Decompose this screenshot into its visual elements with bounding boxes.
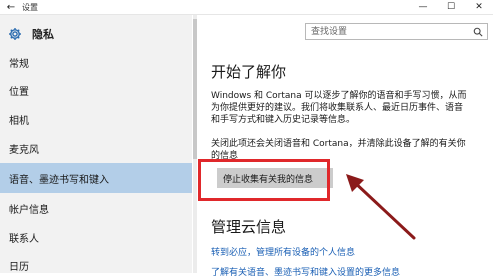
- annotation-arrow-icon: [346, 174, 416, 240]
- sidebar-item-speech-inking-typing[interactable]: 语音、墨迹书写和键入: [0, 163, 192, 193]
- sidebar: 隐私 常规 位置 相机 麦克风 语音、墨迹书写和键入 帐户信息 联系人 日历: [0, 15, 192, 273]
- description-line: Windows 和 Cortana 可以逐步了解你的语音和手写习惯，从而: [211, 91, 467, 101]
- description-line: 和手写方式和键入历史记录等信息。: [211, 115, 356, 125]
- sidebar-scrollbar[interactable]: [193, 15, 197, 273]
- sidebar-item-camera[interactable]: 相机: [0, 106, 192, 132]
- scroll-thumb[interactable]: [193, 19, 197, 159]
- link-learn-more[interactable]: 了解有关语音、墨迹书写和键入设置的更多信息: [211, 265, 400, 278]
- section-title-get-to-know-you: 开始了解你: [211, 63, 287, 81]
- sidebar-item-microphone[interactable]: 麦克风: [0, 135, 192, 161]
- sidebar-header: 隐私: [0, 19, 192, 49]
- sidebar-item-general[interactable]: 常规: [0, 49, 192, 75]
- sidebar-item-contacts[interactable]: 联系人: [0, 224, 192, 250]
- gear-icon: [9, 28, 21, 40]
- back-arrow-icon[interactable]: ←: [0, 2, 22, 13]
- highlight-box: [198, 159, 330, 201]
- sidebar-item-calendar[interactable]: 日历: [0, 252, 192, 278]
- section-title-manage-cloud-info: 管理云信息: [211, 218, 287, 236]
- description-paragraph: Windows 和 Cortana 可以逐步了解你的语音和手写习惯，从而 为你提…: [211, 90, 479, 126]
- sidebar-item-account-info[interactable]: 帐户信息: [0, 195, 192, 221]
- sidebar-title: 隐私: [32, 28, 54, 41]
- sidebar-item-location[interactable]: 位置: [0, 77, 192, 103]
- turn-off-line: 关闭此项还会关闭语音和 Cortana，并清除此设备了解的有关你: [211, 139, 466, 149]
- window-title: 设置: [22, 2, 38, 12]
- description-line: 为你提供更好的建议。我们将收集联系人、最近日历事件、语音: [211, 103, 464, 113]
- link-manage-on-bing[interactable]: 转到必应，管理所有设备的个人信息: [211, 245, 355, 258]
